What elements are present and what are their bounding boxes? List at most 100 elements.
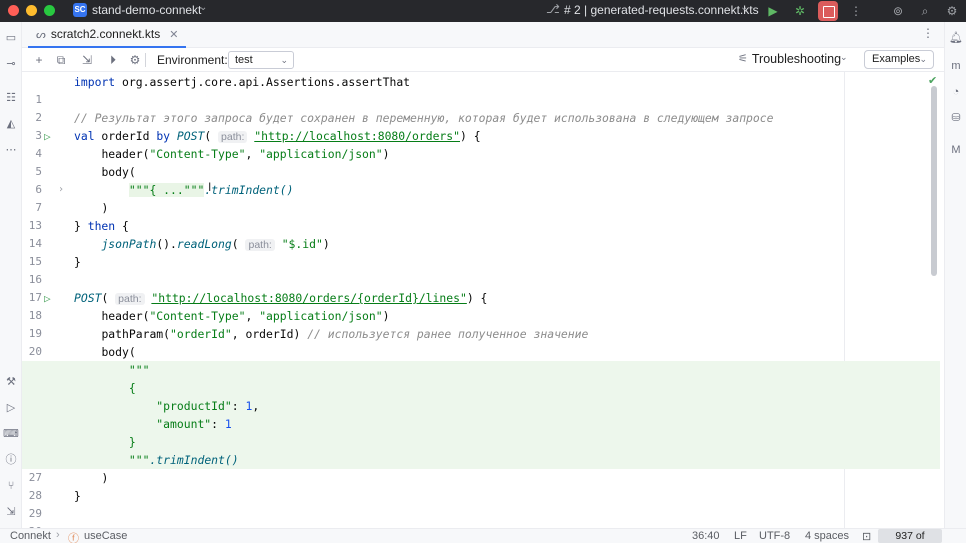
debug-icon[interactable]: ✲	[791, 2, 809, 20]
breadcrumb-project[interactable]: Connekt	[10, 530, 51, 542]
project-badge[interactable]: SC	[73, 3, 87, 17]
troubleshooting-button[interactable]: ⚟ Troubleshooting	[738, 52, 841, 66]
services-icon[interactable]: ◭	[3, 116, 19, 132]
code-comment: // Результат этого запроса будет сохране…	[74, 111, 774, 125]
git-icon[interactable]: ⑂	[3, 478, 19, 494]
code-line: 13 )	[22, 199, 940, 232]
structure-icon[interactable]: ☷	[3, 90, 19, 106]
code-line: 26 }	[22, 433, 940, 466]
run-request-icon[interactable]: ▷	[44, 290, 51, 308]
more-tools-icon[interactable]: ⋯	[3, 142, 19, 158]
code-token: )	[382, 147, 390, 161]
vcs-branch-icon[interactable]: ⎇	[546, 2, 560, 16]
code-token: body(	[101, 165, 136, 179]
chevron-down-icon[interactable]: ⌄	[740, 2, 748, 13]
commit-icon[interactable]: ⊸	[3, 56, 19, 72]
code-line: 3 // Результат этого запроса будет сохра…	[22, 109, 940, 142]
code-string: {	[128, 381, 136, 395]
close-icon[interactable]: ✕	[169, 28, 178, 41]
code-line: 30	[22, 505, 940, 528]
run-icon[interactable]: ▶	[764, 2, 782, 20]
code-line: 24 "productId": 1,	[22, 397, 940, 430]
code-token: }	[74, 255, 81, 269]
code-token: jsonPath	[101, 237, 157, 251]
indent-settings[interactable]: 4 spaces	[805, 530, 849, 542]
code-token: ,	[245, 309, 260, 323]
url-link[interactable]: "http://localhost:8080/orders/{orderId}/…	[151, 291, 466, 305]
code-line: 19 header("Content-Type", "application/j…	[22, 307, 940, 340]
code-token: (	[204, 129, 219, 143]
code-string: "Content-Type"	[149, 147, 246, 161]
code-editor[interactable]: ✔ 1 import org.assertj.core.api.Assertio…	[22, 72, 944, 528]
zoom-window-button[interactable]	[44, 5, 55, 16]
convert-icon[interactable]: ⇲	[78, 51, 96, 69]
copy-icon[interactable]: ⧉	[52, 51, 70, 69]
caret-position[interactable]: 36:40	[692, 530, 720, 542]
chevron-right-icon[interactable]: ›	[58, 181, 64, 199]
run-configuration-selector[interactable]: # 2 | generated-requests.connekt.kts	[564, 3, 759, 17]
run-all-icon[interactable]: ⏵	[104, 51, 122, 69]
add-request-icon[interactable]: +	[30, 51, 48, 69]
code-token: }	[74, 489, 81, 503]
wand-icon: ⚟	[738, 53, 748, 65]
folded-region[interactable]: """{ ..."""	[128, 183, 205, 197]
file-encoding[interactable]: UTF-8	[759, 530, 790, 542]
stop-icon[interactable]	[818, 1, 838, 21]
gradle-icon[interactable]: ◔	[948, 84, 964, 100]
code-line: 20 pathParam("orderId", orderId) // испо…	[22, 325, 940, 358]
code-token: )	[101, 471, 109, 485]
maven-icon[interactable]: m	[948, 58, 964, 74]
run-request-icon[interactable]: ▷	[44, 128, 51, 146]
project-name[interactable]: stand-demo-connekt	[92, 3, 201, 17]
code-line: 4 ▷ val orderId by POST( path: "http://l…	[22, 127, 940, 160]
more-actions-icon[interactable]: ⋮	[847, 2, 865, 20]
code-comment: // используется ранее полученное значени…	[307, 327, 589, 341]
ai-assistant-icon[interactable]: ⊚	[889, 2, 907, 20]
code-token: )	[382, 309, 390, 323]
code-line: 17	[22, 271, 940, 304]
tab-scratch2[interactable]: ᔕ scratch2.connekt.kts ✕	[28, 22, 187, 48]
more-tabs-icon[interactable]: ⋮	[920, 26, 936, 40]
build-icon[interactable]: ⚒	[3, 374, 19, 390]
lock-icon[interactable]: ⊡	[862, 530, 871, 543]
database-icon[interactable]: ⛁	[948, 110, 964, 126]
function-icon: ⓕ	[68, 533, 79, 543]
problems-icon[interactable]: ⓘ	[3, 452, 19, 468]
close-window-button[interactable]	[8, 5, 19, 16]
notifications-icon[interactable]: 🔔︎	[948, 30, 964, 46]
code-token: readLong	[176, 237, 232, 251]
code-line: 6 body(	[22, 163, 940, 196]
code-line: 2	[22, 91, 940, 124]
code-string: "productId"	[156, 399, 232, 413]
connekt-icon[interactable]: ⇲	[3, 504, 19, 520]
breadcrumb-symbol[interactable]: useCase	[84, 530, 127, 542]
settings-icon[interactable]: ⚙	[126, 51, 144, 69]
code-line: 28 )	[22, 469, 940, 502]
project-folder-icon[interactable]: ▭	[3, 30, 19, 46]
chevron-down-icon[interactable]: ⌄	[199, 2, 207, 13]
code-token: )	[322, 237, 330, 251]
code-string: "$.id"	[281, 237, 323, 251]
terminal-icon[interactable]: ⌨	[3, 426, 19, 442]
code-number: 1	[245, 399, 253, 413]
code-string: "application/json"	[259, 309, 383, 323]
run-tool-icon[interactable]: ▷	[3, 400, 19, 416]
code-token: import	[74, 75, 116, 89]
chevron-down-icon: ⌄	[919, 54, 927, 64]
url-link[interactable]: "http://localhost:8080/orders"	[254, 129, 460, 143]
chevron-down-icon[interactable]: ⌄	[840, 52, 848, 63]
text-cursor-icon: I	[208, 180, 212, 194]
parameter-hint: path:	[245, 239, 275, 251]
examples-button[interactable]: Examples ⌄	[864, 50, 934, 69]
ai-icon[interactable]: M	[948, 142, 964, 158]
code-token: }	[74, 219, 88, 233]
gear-icon[interactable]: ⚙	[943, 2, 961, 20]
code-token: POST	[176, 129, 205, 143]
environment-select[interactable]: test ⌄	[228, 51, 294, 69]
code-token: header(	[101, 147, 150, 161]
code-string: "Content-Type"	[149, 309, 246, 323]
line-separator[interactable]: LF	[734, 530, 747, 542]
search-icon[interactable]: ⌕	[916, 2, 934, 20]
minimize-window-button[interactable]	[26, 5, 37, 16]
memory-indicator[interactable]: 937 of 2300M	[878, 529, 942, 543]
